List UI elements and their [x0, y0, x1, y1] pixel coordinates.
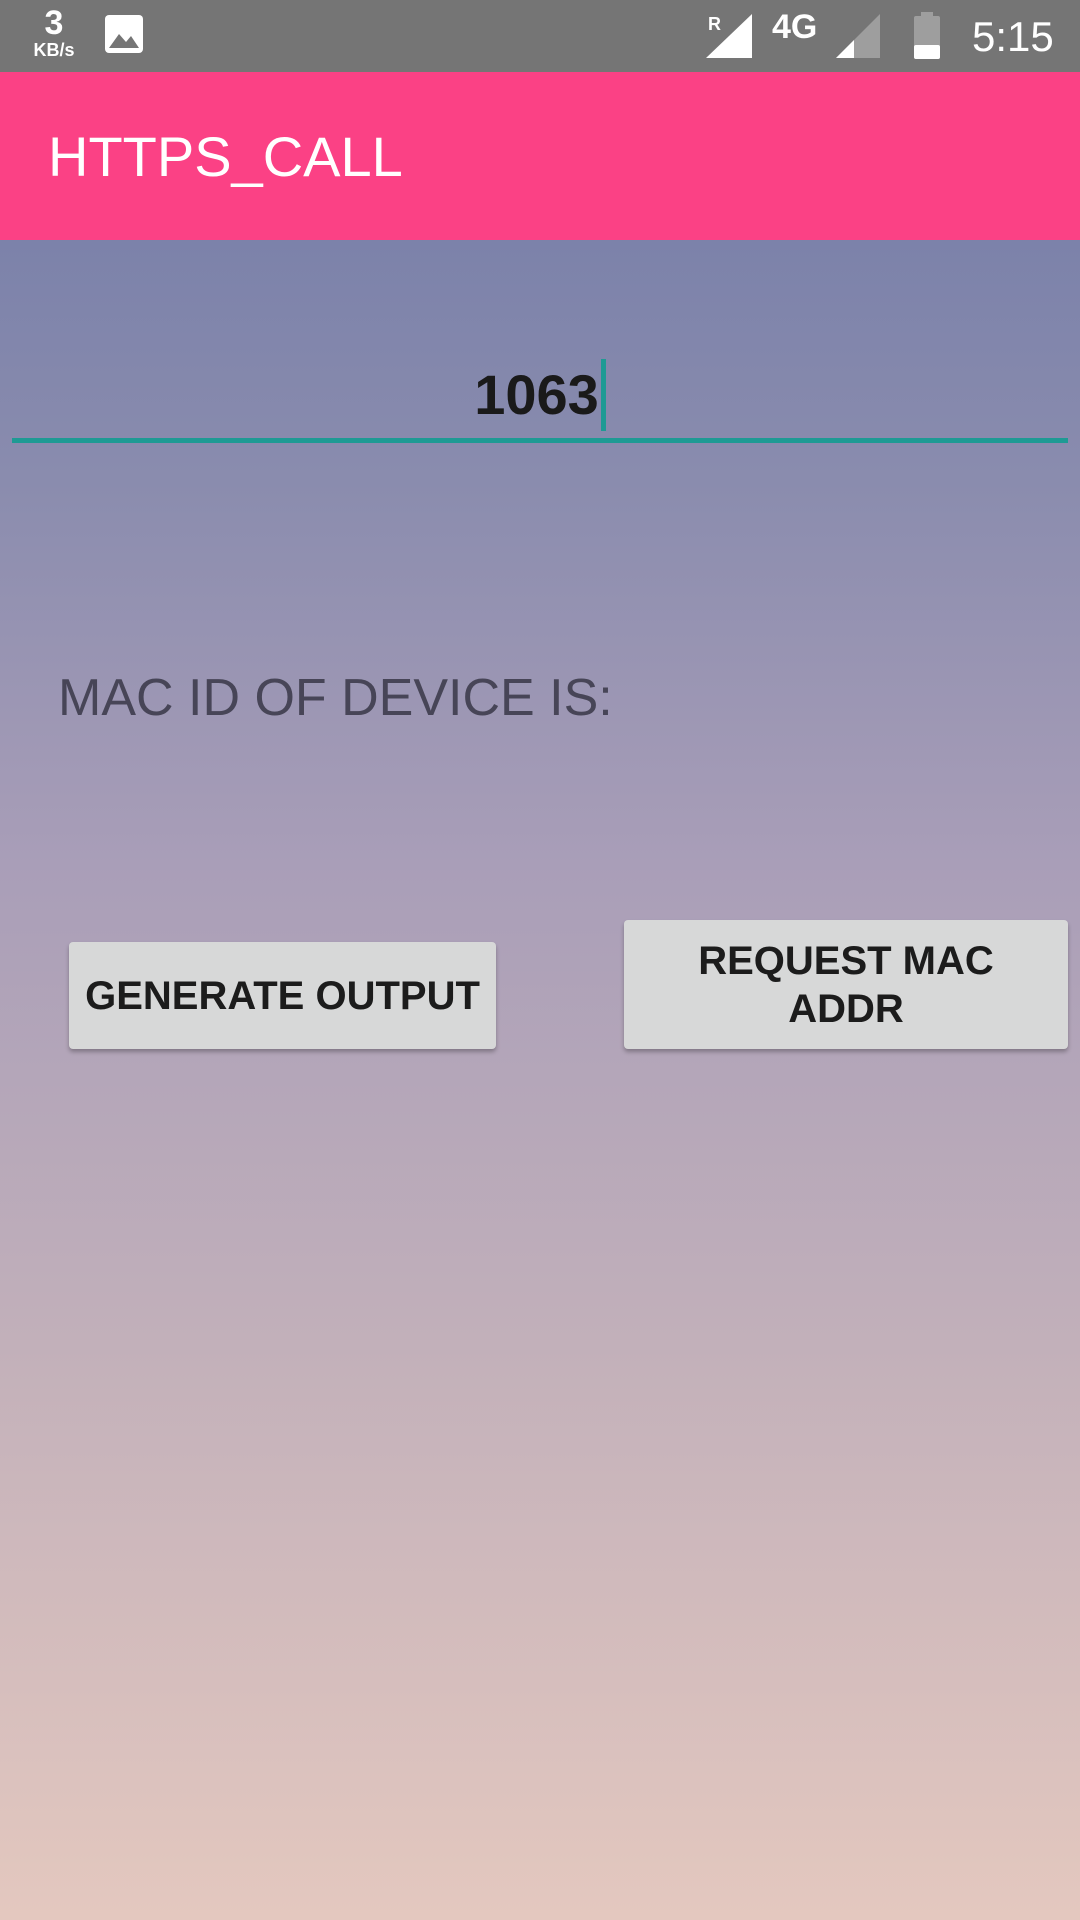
network-type-label: 4G — [772, 8, 818, 46]
request-mac-address-button[interactable]: REQUEST MAC ADDR — [624, 920, 1068, 1049]
number-input-field[interactable]: 1063 — [12, 352, 1068, 443]
app-title: HTTPS_CALL — [48, 125, 403, 188]
number-input-value[interactable]: 1063 — [474, 363, 599, 426]
status-bar: 3 KB/s R 4G 5:15 — [0, 0, 1080, 72]
status-clock: 5:15 — [972, 13, 1054, 60]
mac-id-label: MAC ID OF DEVICE IS: — [58, 669, 613, 727]
roaming-indicator: R — [708, 14, 721, 34]
generate-output-button[interactable]: GENERATE OUTPUT — [69, 942, 496, 1049]
gallery-icon — [105, 15, 143, 53]
signal-strength-icon — [836, 14, 880, 58]
text-cursor — [600, 359, 606, 432]
app-screen: 3 KB/s R 4G 5:15 HTTPS_CALL 1063 MAC ID … — [0, 0, 1080, 1920]
battery-icon — [914, 12, 940, 59]
app-bar: HTTPS_CALL — [0, 72, 1080, 240]
network-speed-unit: KB/s — [33, 40, 75, 60]
network-speed-indicator: 3 KB/s — [26, 6, 82, 59]
number-input-value-row[interactable]: 1063 — [12, 359, 1068, 432]
network-speed-value: 3 — [44, 4, 64, 42]
